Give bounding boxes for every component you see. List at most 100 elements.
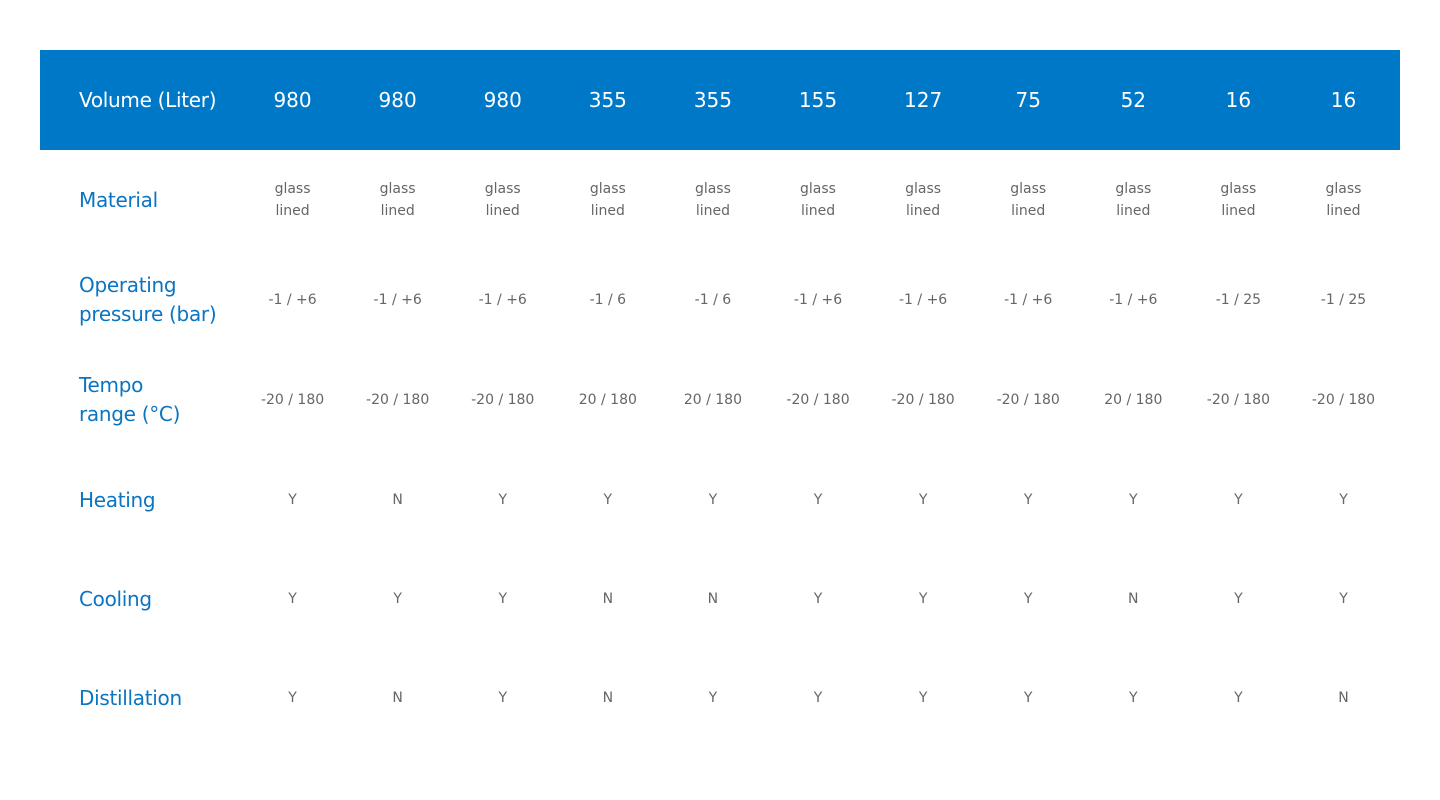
- row-label-volume: Volume (Liter): [79, 87, 217, 112]
- table-cell: -1 / +6: [268, 292, 317, 308]
- cell-line: glass: [379, 181, 416, 197]
- table-cell: Y: [498, 492, 508, 508]
- table-cell: Y: [918, 690, 928, 706]
- row-label-cooling: Cooling: [79, 586, 152, 611]
- table-cell: -1 / +6: [373, 292, 422, 308]
- table-cell: -20 / 180: [260, 392, 325, 408]
- cell-line: glass: [1325, 181, 1362, 197]
- table-cell: -1 / 6: [589, 292, 627, 308]
- table-cell: glass lined: [1186, 178, 1291, 222]
- table-cell: N: [392, 492, 403, 508]
- header-cell: 980: [273, 88, 312, 112]
- label-line: range (°C): [79, 402, 181, 426]
- table-cell: Y: [708, 690, 718, 706]
- cell-line: lined: [1116, 203, 1151, 219]
- table-cell: Y: [1234, 690, 1243, 706]
- table-cell: -1 / +6: [478, 292, 527, 308]
- cell-line: lined: [485, 203, 520, 219]
- table-cell: Y: [1339, 591, 1348, 607]
- row-label-distillation: Distillation: [79, 685, 182, 710]
- table-cell: N: [392, 690, 403, 706]
- table-cell: Y: [918, 492, 928, 508]
- table-row-distillation: Distillation Y N Y N Y Y Y Y Y Y N: [40, 648, 1400, 748]
- header-cell: 127: [904, 88, 943, 112]
- table-cell: glass lined: [871, 178, 976, 222]
- table-cell: Y: [603, 492, 613, 508]
- table-cell: Y: [813, 591, 823, 607]
- header-cell: 980: [378, 88, 417, 112]
- cell-line: lined: [275, 203, 310, 219]
- cell-line: glass: [1010, 181, 1047, 197]
- table-cell: glass lined: [1291, 178, 1396, 222]
- table-cell: N: [602, 690, 614, 706]
- table-cell: -20 / 180: [366, 392, 430, 408]
- header-cells: 980 980 980 355 355 155 127 75 52 16 16: [240, 89, 1400, 111]
- header-cell: 980: [483, 88, 522, 112]
- table-cell: 20 / 180: [683, 392, 742, 408]
- row-cells: -1 / +6 -1 / +6 -1 / +6 -1 / 6 -1 / 6 -1…: [240, 289, 1400, 311]
- table-cell: -1 / +6: [899, 292, 948, 308]
- row-cells: Y N Y Y Y Y Y Y Y Y Y: [240, 489, 1400, 511]
- table-cell: 20 / 180: [578, 392, 637, 408]
- table-cell: Y: [1023, 690, 1033, 706]
- cell-line: glass: [800, 181, 836, 197]
- row-cells: -20 / 180 -20 / 180 -20 / 180 20 / 180 2…: [240, 389, 1400, 411]
- table-cell: -1 / 6: [694, 292, 732, 308]
- cell-line: lined: [1221, 203, 1256, 219]
- table-cell: -1 / +6: [1004, 292, 1053, 308]
- cell-line: lined: [695, 203, 730, 219]
- table-row-heating: Heating Y N Y Y Y Y Y Y Y Y Y: [40, 450, 1400, 550]
- table-cell: Y: [1023, 492, 1033, 508]
- cell-line: glass: [484, 181, 521, 197]
- table-cell: glass lined: [660, 178, 765, 222]
- table-cell: Y: [1234, 492, 1243, 508]
- table-cell: Y: [498, 690, 508, 706]
- table-cell: glass lined: [240, 178, 345, 222]
- table-cell: Y: [1339, 492, 1348, 508]
- cell-line: lined: [1326, 203, 1361, 219]
- row-cells: Y Y Y N N Y Y Y N Y Y: [240, 588, 1400, 610]
- table-cell: N: [1128, 591, 1139, 607]
- table-cell: glass lined: [555, 178, 660, 222]
- table-cell: -20 / 180: [996, 392, 1060, 408]
- row-cells: Y N Y N Y Y Y Y Y Y N: [240, 687, 1400, 709]
- table-cell: -20 / 180: [891, 392, 955, 408]
- cell-line: lined: [1011, 203, 1046, 219]
- cell-line: lined: [800, 203, 836, 219]
- row-label-material: Material: [79, 187, 158, 212]
- table-cell: Y: [1129, 492, 1138, 508]
- table-row-material: Material glass lined glass lined glass line…: [40, 150, 1400, 250]
- table-cell: 20 / 180: [1104, 392, 1163, 408]
- table-cell: N: [602, 591, 614, 607]
- header-cell: 75: [1015, 88, 1041, 112]
- table-cell: Y: [393, 591, 402, 607]
- table-cell: Y: [288, 690, 297, 706]
- header-cell: 355: [693, 88, 733, 112]
- table-row-operating-pressure: Operating pressure (bar) -1 / +6 -1 / +6…: [40, 250, 1400, 350]
- header-cell: 52: [1120, 88, 1147, 112]
- label-line: pressure (bar): [79, 302, 217, 326]
- row-label-operating-pressure: Operating pressure (bar): [40, 271, 240, 329]
- cell-line: glass: [905, 181, 942, 197]
- cell-line: glass: [694, 181, 731, 197]
- row-cells: glass lined glass lined glass lined glass li…: [240, 178, 1400, 222]
- table-cell: Y: [1023, 591, 1033, 607]
- table-cell: Y: [813, 492, 823, 508]
- table-cell: glass lined: [976, 178, 1081, 222]
- table-cell: Y: [1234, 591, 1243, 607]
- table-cell: glass lined: [765, 178, 870, 222]
- table-cell: glass lined: [345, 178, 450, 222]
- row-label-temp-range: Tempo range (°C): [40, 371, 240, 429]
- cell-line: glass: [1115, 181, 1152, 197]
- label-line: Tempo: [79, 373, 144, 397]
- table-cell: N: [1338, 690, 1349, 706]
- table-cell: glass lined: [1081, 178, 1186, 222]
- header-cell: 355: [588, 88, 627, 112]
- label-line: Operating: [79, 273, 177, 297]
- table-cell: -1 / 25: [1320, 292, 1367, 308]
- header-row-volume: Volume (Liter) 980 980 980 355 355 155 1…: [40, 50, 1400, 150]
- cell-line: lined: [380, 203, 415, 219]
- table-row-cooling: Cooling Y Y Y N N Y Y Y N Y Y: [40, 550, 1400, 648]
- table-cell: -20 / 180: [786, 392, 850, 408]
- table-cell: Y: [1129, 690, 1138, 706]
